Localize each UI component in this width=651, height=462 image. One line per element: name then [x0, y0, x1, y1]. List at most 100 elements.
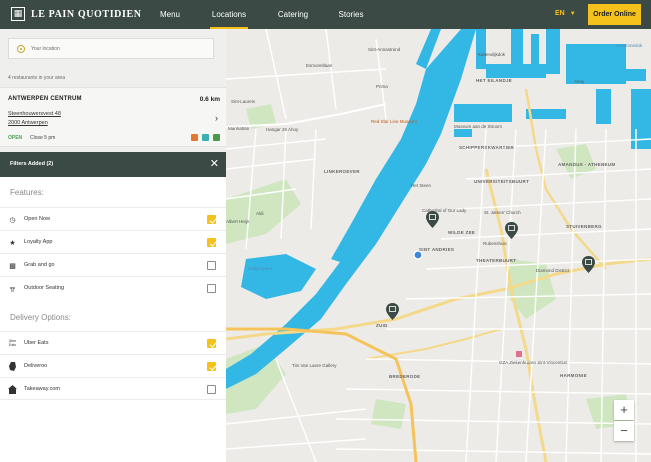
store-open-status: OPEN [8, 135, 23, 141]
location-search-input[interactable]: Your location [8, 38, 214, 59]
filter-row-takeaway[interactable]: Takeaway.com [0, 377, 226, 400]
map-label: ZUID [376, 323, 388, 328]
map-canvas[interactable] [226, 29, 651, 462]
filter-label: Grab and go [24, 262, 55, 268]
map-label: Amazonedok [616, 43, 643, 48]
filter-label: Deliveroo [24, 363, 48, 369]
store-distance: 0.6 km [199, 96, 220, 103]
brand-emblem-icon: ▦ [11, 7, 25, 21]
map-label: Kattendijkdok [478, 52, 506, 57]
features-heading: Features: [10, 188, 44, 197]
map-label: SINT ANDRIES [419, 247, 455, 252]
chevron-right-icon[interactable]: › [215, 113, 218, 123]
brand-logo[interactable]: ▦ LE PAIN QUOTIDIEN [11, 7, 142, 21]
uber-eats-icon: Uber Eats [8, 339, 17, 347]
nav-locations[interactable]: Locations [210, 0, 248, 29]
map-label: Aldi [256, 211, 264, 216]
map-label: Galgenweel [248, 266, 272, 271]
store-address-street[interactable]: Steenhouwersvest 48 [8, 111, 61, 117]
filter-label: Outdoor Seating [24, 285, 65, 291]
map-label: Red Star Line Museum [371, 119, 418, 124]
zoom-out-button[interactable]: − [614, 421, 634, 441]
filter-row-open-now[interactable]: ◷ Open Now [0, 207, 226, 230]
filter-label: Open Now [24, 216, 50, 222]
map-label: Hangar 26 Ahoy [266, 127, 299, 132]
map-label: Cathedral of Our Lady [422, 208, 467, 213]
store-pin-marker[interactable] [386, 303, 399, 320]
filter-label: Loyalty App [24, 239, 53, 245]
map-label: Ahoy [574, 79, 585, 84]
filter-row-grab-and-go[interactable]: ▩ Grab and go [0, 253, 226, 276]
language-selector[interactable]: EN ▼ [555, 10, 576, 17]
filter-row-uber-eats[interactable]: Uber Eats Uber Eats [0, 331, 226, 354]
filter-row-outdoor-seating[interactable]: ╦ Outdoor Seating [0, 276, 226, 299]
result-count: 4 restaurants in your area [8, 75, 65, 81]
open-now-checkbox[interactable] [207, 215, 216, 224]
star-icon: ★ [9, 239, 16, 247]
language-label: EN [555, 10, 565, 17]
map-label: HET EILANDJE [476, 78, 513, 83]
map-label: Albert Heijn [226, 219, 250, 224]
takeaway-service-icon [191, 134, 198, 141]
filter-row-loyalty-app[interactable]: ★ Loyalty App [0, 230, 226, 253]
close-icon[interactable]: ✕ [210, 157, 219, 170]
brand-name: LE PAIN QUOTIDIEN [31, 8, 142, 20]
store-address-city[interactable]: 2000 Antwerpen [8, 120, 48, 126]
filter-label: Uber Eats [24, 340, 49, 346]
map-label: Sint-Annastrand [368, 47, 401, 52]
store-card[interactable]: ANTWERPEN CENTRUM 0.6 km Steenhouwersves… [0, 87, 226, 147]
nav-menu[interactable]: Menu [157, 0, 183, 29]
order-online-button[interactable]: Order Online [588, 4, 641, 25]
map-label: Manhattan [228, 126, 250, 131]
map-label: Diamond District [536, 268, 570, 273]
map-label: Het Steen [411, 183, 432, 188]
nav-stories[interactable]: Stories [338, 0, 364, 29]
zoom-in-button[interactable]: + [614, 400, 634, 420]
deliveroo-service-icon [202, 134, 209, 141]
store-close-time: Close 5 pm [30, 135, 56, 141]
map-label: Rubenshuis [483, 241, 507, 246]
map-label: BREDERODE [389, 374, 421, 379]
search-placeholder: Your location [31, 45, 60, 52]
store-pin-marker[interactable] [582, 256, 595, 273]
map-label: UNIVERSITEITSBUURT [474, 179, 530, 184]
map-label: Tim Van Laere Gallery [292, 363, 337, 368]
deliveroo-icon [8, 362, 17, 371]
map-label: HARMONIE [560, 373, 587, 378]
map-label: STUIVENBERG [566, 224, 602, 229]
loyalty-app-checkbox[interactable] [207, 238, 216, 247]
filter-row-deliveroo[interactable]: Deliveroo [0, 354, 226, 377]
uber-eats-service-icon [213, 134, 220, 141]
clock-icon: ◷ [9, 216, 16, 224]
map-label: LINKEROEVER [324, 169, 360, 174]
store-service-icons [191, 134, 220, 141]
map-label: Prima [376, 84, 388, 89]
uber-eats-checkbox[interactable] [207, 339, 216, 348]
map-label: SCHIPPERSKWARTIER [459, 145, 515, 150]
store-map[interactable]: Sint-Annastrand Kattendijkdok Esmoreitla… [226, 29, 651, 462]
filters-header: Filters Added (2) ✕ [0, 152, 226, 177]
store-pin-marker[interactable] [426, 211, 439, 228]
filter-label: Takeaway.com [24, 386, 60, 392]
deliveroo-checkbox[interactable] [207, 362, 216, 371]
store-pin-marker[interactable] [505, 222, 518, 239]
takeaway-checkbox[interactable] [207, 385, 216, 394]
map-label: WILDE ZEE [448, 230, 476, 235]
grab-and-go-checkbox[interactable] [207, 261, 216, 270]
map-label: Esmoreitlaan [306, 63, 333, 68]
nav-catering[interactable]: Catering [277, 0, 309, 29]
store-name: ANTWERPEN CENTRUM [8, 96, 82, 102]
delivery-options-heading: Delivery Options: [10, 313, 71, 322]
outdoor-seating-checkbox[interactable] [207, 284, 216, 293]
top-navigation-bar: ▦ LE PAIN QUOTIDIEN Menu Locations Cater… [0, 0, 651, 29]
filters-title: Filters Added (2) [10, 161, 54, 167]
takeaway-icon [8, 385, 17, 394]
map-label: Museum aan de Stroom [454, 124, 503, 129]
bag-icon: ▩ [9, 262, 16, 270]
search-area: Your location 4 restaurants in your area… [0, 29, 226, 152]
chevron-down-icon: ▼ [569, 10, 576, 17]
map-label: St. James' Church [484, 210, 521, 215]
filters-panel: Filters Added (2) ✕ Features: ◷ Open Now… [0, 152, 226, 462]
outdoor-table-icon: ╦ [10, 285, 15, 292]
map-label: THEATERBUURT [476, 258, 517, 263]
